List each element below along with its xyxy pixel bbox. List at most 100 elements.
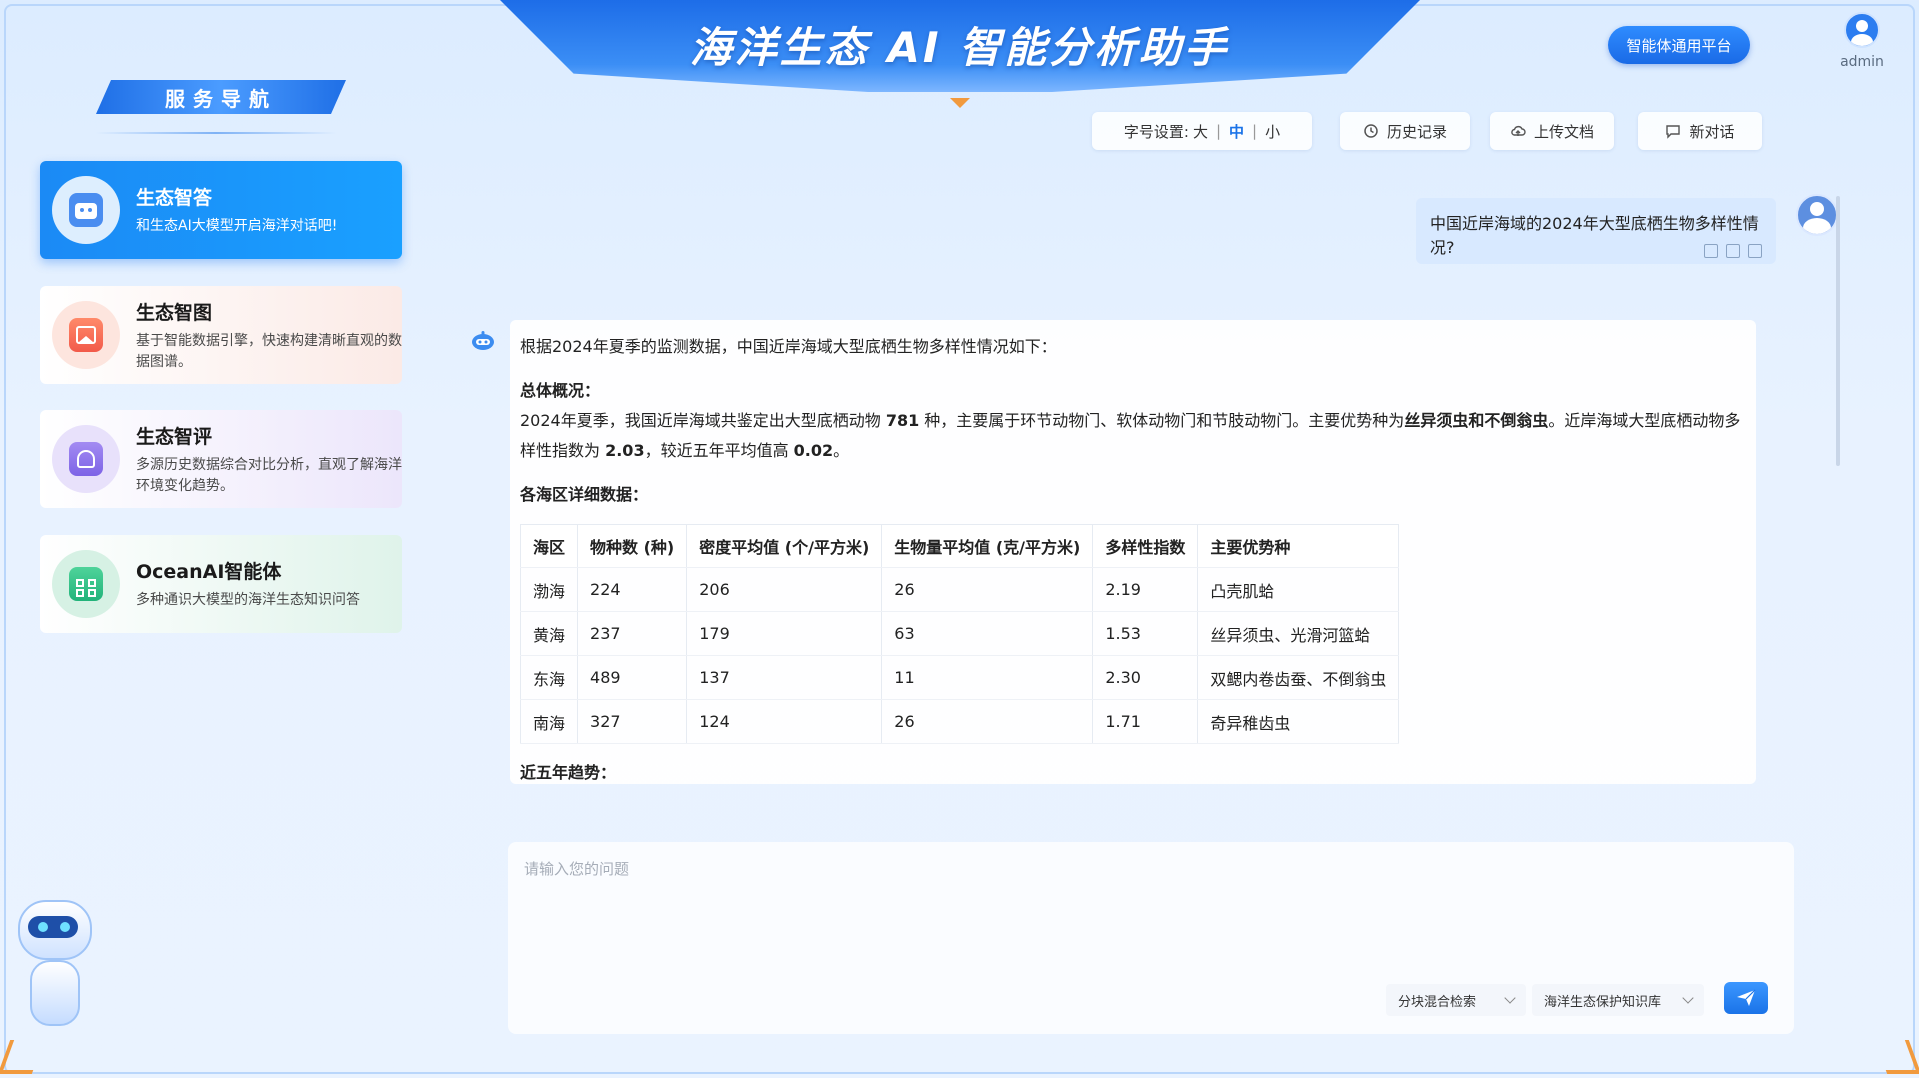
title-caret-icon bbox=[950, 98, 970, 108]
send-icon bbox=[1737, 989, 1756, 1006]
font-size-medium[interactable]: 中 bbox=[1229, 121, 1244, 142]
chat-scrollbar[interactable] bbox=[1836, 196, 1840, 466]
table-cell: 327 bbox=[577, 699, 688, 744]
new-chat-button[interactable]: 新对话 bbox=[1638, 112, 1762, 150]
sidebar-item-eco-graph[interactable]: 生态智图 基于智能数据引擎，快速构建清晰直观的数据图谱。 bbox=[40, 286, 402, 384]
user-avatar-icon bbox=[1796, 194, 1838, 236]
font-size-setting: 字号设置: 大 | 中 | 小 bbox=[1092, 112, 1312, 150]
sidebar-item-title: 生态智答 bbox=[136, 187, 213, 209]
font-size-large[interactable]: 大 bbox=[1193, 121, 1208, 142]
edit-icon[interactable] bbox=[1726, 244, 1740, 258]
chevron-down-icon bbox=[1682, 992, 1694, 1004]
corner-decoration bbox=[0, 1040, 45, 1074]
retrieval-mode-select[interactable]: 分块混合检索 bbox=[1386, 984, 1526, 1016]
sidebar-divider bbox=[96, 132, 336, 134]
send-button[interactable] bbox=[1724, 982, 1768, 1014]
table-cell: 渤海 bbox=[519, 567, 579, 612]
table-cell: 双鳃内卷齿蚕、不倒翁虫 bbox=[1197, 655, 1400, 700]
table-header: 密度平均值 (个/平方米) bbox=[686, 524, 883, 568]
table-cell: 南海 bbox=[519, 699, 579, 744]
sidebar-item-desc: 和生态AI大模型开启海洋对话吧! bbox=[136, 218, 338, 234]
table-cell: 东海 bbox=[519, 655, 579, 700]
table-cell: 237 bbox=[577, 611, 688, 656]
table-cell: 179 bbox=[686, 611, 883, 656]
upload-button[interactable]: 上传文档 bbox=[1490, 112, 1614, 150]
question-input-area: 分块混合检索 海洋生态保护知识库 bbox=[508, 842, 1794, 1034]
user-question-bubble: 中国近岸海域的2024年大型底栖生物多样性情况? bbox=[1416, 198, 1776, 264]
table-header: 物种数 (种) bbox=[577, 524, 688, 568]
table-cell: 2.30 bbox=[1092, 655, 1199, 700]
table-cell: 137 bbox=[686, 655, 883, 700]
image-icon bbox=[52, 301, 120, 369]
dominant-species-1: 丝异须虫 bbox=[1404, 411, 1469, 430]
detail-heading: 各海区详细数据： bbox=[520, 485, 649, 504]
chevron-down-icon bbox=[1504, 992, 1516, 1004]
table-row: 东海 489 137 11 2.30 双鳃内卷齿蚕、不倒翁虫 bbox=[519, 655, 1400, 700]
table-cell: 凸壳肌蛤 bbox=[1197, 567, 1400, 612]
corner-decoration bbox=[1874, 1040, 1919, 1074]
sidebar-item-desc: 多种通识大模型的海洋生态知识问答 bbox=[136, 592, 360, 608]
table-cell: 奇异稚齿虫 bbox=[1197, 699, 1400, 744]
table-cell: 489 bbox=[577, 655, 688, 700]
table-cell: 1.71 bbox=[1092, 699, 1199, 744]
user-menu[interactable]: admin bbox=[1820, 12, 1904, 70]
table-cell: 黄海 bbox=[519, 611, 579, 656]
table-cell: 丝异须虫、光滑河篮蛤 bbox=[1197, 611, 1400, 656]
table-cell: 124 bbox=[686, 699, 883, 744]
sea-area-table: 海区 物种数 (种) 密度平均值 (个/平方米) 生物量平均值 (克/平方米) … bbox=[519, 524, 1400, 744]
diversity-increase: 0.02 bbox=[793, 441, 834, 460]
overview-paragraph: 2024年夏季，我国近岸海域共鉴定出大型底栖动物 781 种，主要属于环节动物门… bbox=[520, 411, 1741, 460]
question-input[interactable] bbox=[522, 856, 1766, 970]
delete-icon[interactable] bbox=[1704, 244, 1718, 258]
question-actions bbox=[1704, 244, 1762, 258]
table-cell: 206 bbox=[686, 567, 883, 612]
knowledge-base-value: 海洋生态保护知识库 bbox=[1544, 994, 1662, 1010]
platform-button[interactable]: 智能体通用平台 bbox=[1608, 26, 1750, 64]
sidebar-item-eco-qa[interactable]: 生态智答 和生态AI大模型开启海洋对话吧! bbox=[40, 161, 402, 259]
document-icon bbox=[52, 425, 120, 493]
sidebar-item-desc: 多源历史数据综合对比分析，直观了解海洋环境变化趋势。 bbox=[136, 456, 402, 494]
sidebar-item-eco-eval[interactable]: 生态智评 多源历史数据综合对比分析，直观了解海洋环境变化趋势。 bbox=[40, 410, 402, 508]
app-grid-icon bbox=[52, 550, 120, 618]
table-cell: 26 bbox=[881, 699, 1094, 744]
table-cell: 63 bbox=[881, 611, 1094, 656]
assistant-bot-icon bbox=[472, 331, 494, 350]
robot-icon bbox=[52, 176, 120, 244]
dominant-species-2: 不倒翁虫 bbox=[1484, 411, 1549, 430]
sidebar-title-banner: 服务导航 bbox=[96, 80, 346, 114]
table-header-row: 海区 物种数 (种) 密度平均值 (个/平方米) 生物量平均值 (克/平方米) … bbox=[519, 524, 1400, 568]
user-avatar-icon[interactable] bbox=[1844, 12, 1880, 48]
sidebar-title: 服务导航 bbox=[96, 80, 346, 114]
table-row: 渤海 224 206 26 2.19 凸壳肌蛤 bbox=[519, 567, 1400, 612]
history-icon bbox=[1364, 124, 1378, 138]
diversity-index: 2.03 bbox=[605, 441, 645, 460]
history-button[interactable]: 历史记录 bbox=[1340, 112, 1470, 150]
sidebar-item-title: 生态智评 bbox=[136, 425, 213, 448]
history-label: 历史记录 bbox=[1386, 122, 1447, 141]
upload-label: 上传文档 bbox=[1533, 122, 1594, 141]
table-row: 南海 327 124 26 1.71 奇异稚齿虫 bbox=[519, 699, 1400, 744]
species-total: 781 bbox=[885, 411, 920, 430]
knowledge-base-select[interactable]: 海洋生态保护知识库 bbox=[1532, 984, 1704, 1016]
table-header: 海区 bbox=[519, 524, 579, 568]
table-header: 多样性指数 bbox=[1092, 524, 1199, 568]
new-chat-label: 新对话 bbox=[1689, 122, 1735, 141]
sidebar-item-oceanai[interactable]: OceanAI智能体 多种通识大模型的海洋生态知识问答 bbox=[40, 535, 402, 633]
table-row: 黄海 237 179 63 1.53 丝异须虫、光滑河篮蛤 bbox=[519, 611, 1400, 656]
table-header: 生物量平均值 (克/平方米) bbox=[881, 524, 1094, 568]
upload-cloud-icon bbox=[1511, 125, 1526, 136]
copy-icon[interactable] bbox=[1748, 244, 1762, 258]
separator: | bbox=[1252, 122, 1258, 140]
separator: | bbox=[1215, 122, 1222, 140]
robot-mascot-icon bbox=[8, 890, 98, 1040]
assistant-answer: 根据2024年夏季的监测数据，中国近岸海域大型底栖生物多样性情况如下： 总体概况… bbox=[510, 320, 1756, 784]
user-name: admin bbox=[1840, 54, 1884, 70]
sidebar-item-desc: 基于智能数据引擎，快速构建清晰直观的数据图谱。 bbox=[136, 332, 402, 370]
table-cell: 26 bbox=[881, 567, 1094, 612]
table-cell: 2.19 bbox=[1092, 567, 1199, 612]
font-size-small[interactable]: 小 bbox=[1265, 121, 1280, 142]
font-size-label: 字号设置: bbox=[1123, 122, 1189, 141]
table-cell: 1.53 bbox=[1092, 611, 1199, 656]
table-header: 主要优势种 bbox=[1197, 524, 1400, 568]
trend-heading: 近五年趋势： bbox=[520, 763, 617, 782]
